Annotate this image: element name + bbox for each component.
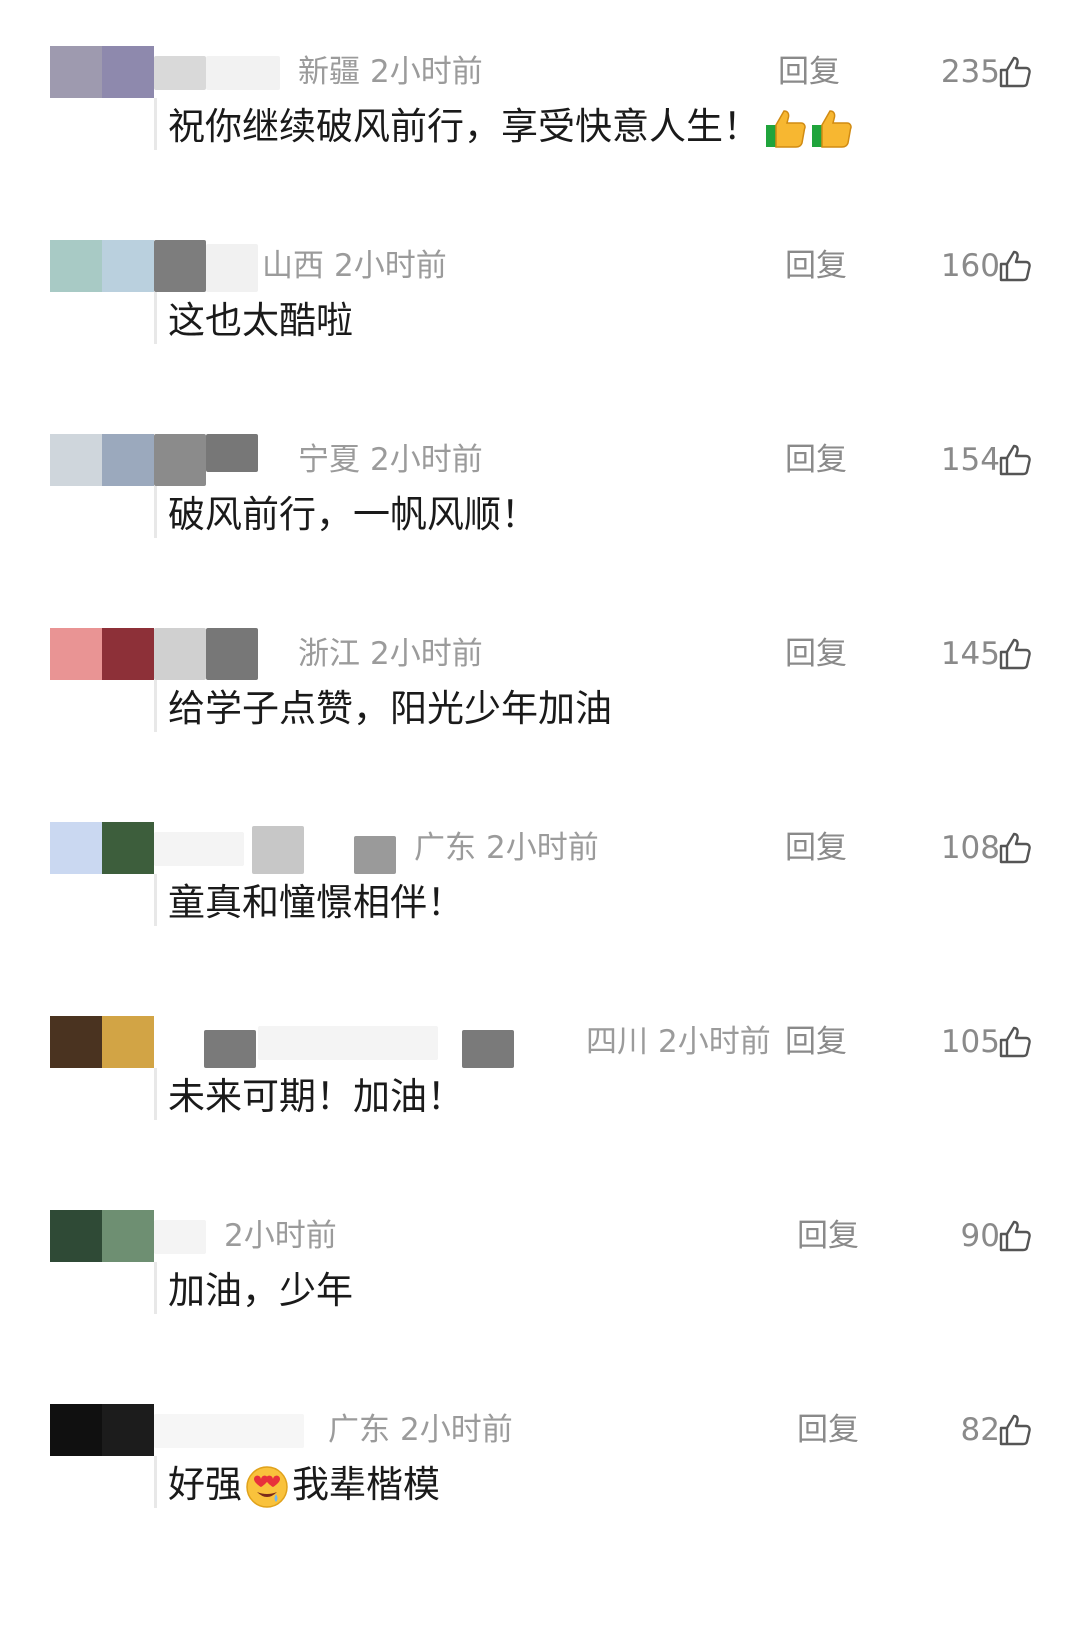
comment-meta: 四川 2小时前 [586, 1016, 771, 1068]
reply-button[interactable]: 回复 [797, 1210, 859, 1262]
comment-text: 未来可期！加油！ [168, 1075, 464, 1118]
username-blurred[interactable] [154, 628, 206, 680]
like-count[interactable]: 145 [941, 628, 1000, 680]
location: 山西 [262, 248, 324, 284]
comment-item: 广东 2小时前 回复 82 好强 我辈楷模 [0, 1404, 1080, 1608]
comment-item: 广东 2小时前 回复 108 童真和憧憬相伴！ [0, 822, 1080, 1026]
like-count[interactable]: 105 [941, 1016, 1000, 1068]
username-blurred[interactable] [154, 1220, 206, 1254]
timestamp: 2小时前 [658, 1024, 771, 1060]
avatar[interactable] [50, 628, 154, 680]
thumbs-up-icon[interactable] [998, 1413, 1032, 1447]
avatar[interactable] [50, 1404, 154, 1456]
comment-text: 给学子点赞，阳光少年加油 [168, 687, 612, 730]
reply-button[interactable]: 回复 [778, 46, 840, 98]
reply-button[interactable]: 回复 [785, 822, 847, 874]
thumbs-up-icon[interactable] [998, 637, 1032, 671]
avatar[interactable] [50, 46, 154, 98]
username-blurred [206, 244, 258, 292]
thumbs-up-icon[interactable] [998, 55, 1032, 89]
reply-button[interactable]: 回复 [797, 1404, 859, 1456]
comment-text: 加油，少年 [168, 1269, 353, 1312]
comment-meta: 浙江 2小时前 [298, 628, 483, 680]
thumbs-up-emoji-icon [766, 109, 852, 148]
username-blurred[interactable] [154, 434, 206, 486]
timestamp: 2小时前 [486, 830, 599, 866]
avatar[interactable] [50, 1210, 154, 1262]
like-count[interactable]: 108 [941, 822, 1000, 874]
location: 宁夏 [298, 442, 360, 478]
reply-button[interactable]: 回复 [785, 1016, 847, 1068]
avatar[interactable] [50, 1016, 154, 1068]
location: 浙江 [298, 636, 360, 672]
username-blurred[interactable] [154, 832, 244, 866]
reply-button[interactable]: 回复 [785, 434, 847, 486]
comment-meta: 宁夏 2小时前 [298, 434, 483, 486]
like-count[interactable]: 82 [961, 1404, 1000, 1456]
thumbs-up-icon[interactable] [998, 249, 1032, 283]
like-count[interactable]: 160 [941, 240, 1000, 292]
comment-item: 浙江 2小时前 回复 145 给学子点赞，阳光少年加油 [0, 628, 1080, 832]
avatar[interactable] [50, 240, 154, 292]
username-blurred [462, 1030, 514, 1068]
comment-text: 破风前行，一帆风顺！ [168, 493, 538, 536]
location: 四川 [586, 1024, 648, 1060]
avatar[interactable] [50, 822, 154, 874]
username-blurred[interactable] [154, 56, 206, 90]
location: 广东 [328, 1412, 390, 1448]
location: 广东 [414, 830, 476, 866]
reply-button[interactable]: 回复 [785, 240, 847, 292]
comment-item: 新疆 2小时前 回复 235 祝你继续破风前行，享受快意人生！ [0, 46, 1080, 250]
like-count[interactable]: 154 [941, 434, 1000, 486]
comment-item: 山西 2小时前 回复 160 这也太酷啦 [0, 240, 1080, 444]
thumbs-up-icon[interactable] [998, 443, 1032, 477]
thumbs-up-icon[interactable] [998, 831, 1032, 865]
reply-button[interactable]: 回复 [785, 628, 847, 680]
comment-item: 宁夏 2小时前 回复 154 破风前行，一帆风顺！ [0, 434, 1080, 638]
username-blurred[interactable] [154, 240, 206, 292]
timestamp: 2小时前 [370, 636, 483, 672]
comment-meta: 2小时前 [224, 1210, 337, 1262]
location: 新疆 [298, 54, 360, 90]
timestamp: 2小时前 [370, 54, 483, 90]
thumbs-up-icon[interactable] [998, 1219, 1032, 1253]
like-count[interactable]: 90 [961, 1210, 1000, 1262]
comment-text: 这也太酷啦 [168, 299, 353, 342]
timestamp: 2小时前 [224, 1218, 337, 1254]
like-count[interactable]: 235 [941, 46, 1000, 98]
username-blurred [252, 826, 304, 874]
username-blurred [354, 836, 396, 874]
comment-item: 2小时前 回复 90 加油，少年 [0, 1210, 1080, 1414]
comment-text: 祝你继续破风前行，享受快意人生！ [168, 98, 856, 156]
comment-meta: 广东 2小时前 [328, 1404, 513, 1456]
comment-meta: 山西 2小时前 [262, 240, 447, 292]
timestamp: 2小时前 [370, 442, 483, 478]
username-blurred [206, 434, 258, 472]
heart-eyes-emoji-icon [246, 1465, 288, 1508]
comment-meta: 广东 2小时前 [414, 822, 599, 874]
avatar[interactable] [50, 434, 154, 486]
username-blurred [206, 56, 280, 90]
username-blurred [258, 1026, 438, 1060]
timestamp: 2小时前 [400, 1412, 513, 1448]
username-blurred[interactable] [154, 1414, 304, 1448]
timestamp: 2小时前 [334, 248, 447, 284]
thumbs-up-icon[interactable] [998, 1025, 1032, 1059]
comment-text: 好强 我辈楷模 [168, 1456, 440, 1514]
comment-text: 童真和憧憬相伴！ [168, 881, 464, 924]
username-blurred [206, 628, 258, 680]
username-blurred[interactable] [204, 1030, 256, 1068]
comment-item: 四川 2小时前 回复 105 未来可期！加油！ [0, 1016, 1080, 1220]
comment-meta: 新疆 2小时前 [298, 46, 483, 98]
